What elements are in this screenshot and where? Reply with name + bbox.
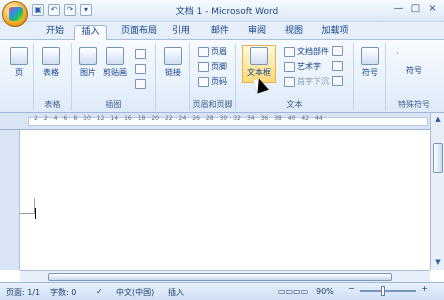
status-bar: 页面: 1/1 字数: 0 ✓ 中文(中国) 插入 ▭▭▭▭ 90% − + (0, 282, 444, 300)
ribbon-panel: 页 表格 表格 图片 剪贴画 插图 链接 页眉 页脚 页码 页眉和页脚 文本框 … (0, 40, 444, 113)
tab-references[interactable]: 引用 (166, 25, 196, 40)
document-parts-button[interactable]: 文档部件 (284, 46, 329, 57)
scroll-up-icon[interactable]: ▲ (433, 115, 443, 125)
wordart-button[interactable]: 艺术字 (284, 61, 321, 72)
quick-access-toolbar: ▣ ↶ ↷ ▾ (32, 4, 92, 16)
tab-page-layout[interactable]: 页面布局 (115, 25, 163, 40)
special-symbol-button[interactable]: · (396, 49, 399, 58)
minimize-icon[interactable]: — (392, 3, 405, 16)
omega-icon (361, 47, 379, 65)
picture-button[interactable]: 图片 (79, 47, 97, 78)
table-icon (42, 47, 60, 65)
tab-insert[interactable]: 插入 (74, 25, 107, 40)
view-buttons[interactable]: ▭▭▭▭ (278, 287, 308, 296)
zoom-in-icon[interactable]: + (421, 284, 428, 293)
window-controls: — □ × (392, 3, 439, 16)
object-icon[interactable] (332, 76, 343, 86)
link-button[interactable]: 链接 (164, 47, 182, 78)
signature-icon[interactable] (332, 46, 343, 56)
text-cursor (35, 208, 36, 219)
zoom-track (360, 290, 416, 292)
vertical-ruler (0, 130, 20, 270)
group-label: 文本 (286, 100, 303, 109)
zoom-out-icon[interactable]: − (348, 284, 355, 293)
document-page[interactable] (20, 130, 430, 270)
footer-button[interactable]: 页脚 (198, 61, 227, 72)
textbox-icon (250, 47, 268, 65)
zoom-slider[interactable]: − + (344, 284, 432, 296)
ribbon-tabs: 开始 插入 页面布局 引用 邮件 审阅 视图 加载项 (0, 22, 444, 40)
zoom-level[interactable]: 90% (316, 287, 334, 296)
status-words: 字数: 0 (50, 288, 77, 297)
group-label: 页眉和页脚 (192, 100, 233, 109)
group-links: 链接 (156, 43, 190, 111)
office-logo-icon (9, 7, 23, 21)
tab-add-ins[interactable]: 加载项 (315, 25, 355, 40)
scroll-down-icon[interactable]: ▼ (433, 258, 443, 268)
margin-marker (20, 213, 35, 214)
group-label: 特殊符号 (398, 100, 430, 109)
proofing-icon[interactable]: ✓ (96, 287, 103, 296)
status-language[interactable]: 中文(中国) (116, 287, 154, 298)
page-icon (10, 47, 28, 65)
maximize-icon[interactable]: □ (409, 3, 422, 16)
horizontal-scroll-thumb[interactable] (48, 273, 392, 281)
group-label: 表格 (44, 100, 61, 109)
tab-view[interactable]: 视图 (279, 25, 309, 40)
header-button[interactable]: 页眉 (198, 46, 227, 57)
horizontal-ruler: 2 2 4 6 8 10 12 14 16 18 20 22 24 26 28 30 32 34 36 38 40 42 4… (0, 113, 444, 130)
special-symbol-button-2[interactable]: 符号 (406, 65, 422, 76)
status-page: 页面: 1/1 (6, 288, 41, 297)
page-button[interactable]: 页 (10, 47, 28, 78)
dropdown-icon[interactable]: ▾ (80, 4, 92, 16)
table-button[interactable]: 表格 (42, 47, 60, 78)
undo-icon[interactable]: ↶ (48, 4, 60, 16)
group-table: 表格 表格 (34, 43, 72, 111)
clipart-icon (106, 47, 124, 65)
tab-home[interactable]: 开始 (40, 25, 70, 40)
group-illustrations: 图片 剪贴画 插图 (72, 43, 156, 111)
chart-icon[interactable] (135, 79, 146, 89)
ruler-ticks: 2 2 4 6 8 10 12 14 16 18 20 22 24 26 28 30 32 34 36 38 40 42 4… (34, 115, 323, 122)
save-icon[interactable]: ▣ (32, 4, 44, 16)
window-title: 文档 1 - Microsoft Word (175, 7, 279, 17)
group-special-symbols: · 符号 特殊符号 (386, 43, 442, 111)
title-bar: ▣ ↶ ↷ ▾ 文档 1 - Microsoft Word — □ × (0, 0, 444, 27)
tab-review[interactable]: 审阅 (242, 25, 272, 40)
redo-icon[interactable]: ↷ (64, 4, 76, 16)
group-label: 插图 (105, 100, 122, 109)
picture-icon (79, 47, 97, 65)
date-time-icon[interactable] (332, 61, 343, 71)
group-text: 文本框 文档部件 艺术字 首字下沉 文本 (236, 43, 354, 111)
link-icon (164, 47, 182, 65)
close-icon[interactable]: × (426, 3, 439, 16)
status-insert[interactable]: 插入 (168, 287, 184, 298)
word-window: ▣ ↶ ↷ ▾ 文档 1 - Microsoft Word — □ × 开始 插… (0, 0, 444, 300)
office-button[interactable] (2, 1, 28, 27)
clipart-button[interactable]: 剪贴画 (103, 47, 127, 78)
vertical-scrollbar[interactable]: ▲ ▼ (430, 113, 444, 270)
group-symbols: 符号 (354, 43, 386, 111)
scroll-thumb[interactable] (433, 143, 443, 173)
drop-cap-button[interactable]: 首字下沉 (284, 76, 329, 87)
zoom-knob[interactable] (381, 286, 385, 296)
symbol-button[interactable]: 符号 (361, 47, 379, 78)
group-header-footer: 页眉 页脚 页码 页眉和页脚 (190, 43, 236, 111)
shapes-icon[interactable] (135, 49, 146, 59)
horizontal-scrollbar[interactable] (20, 270, 430, 282)
tab-mailings[interactable]: 邮件 (205, 25, 235, 40)
smartart-icon[interactable] (135, 64, 146, 74)
page-number-button[interactable]: 页码 (198, 76, 227, 87)
group-pages: 页 (2, 43, 34, 111)
